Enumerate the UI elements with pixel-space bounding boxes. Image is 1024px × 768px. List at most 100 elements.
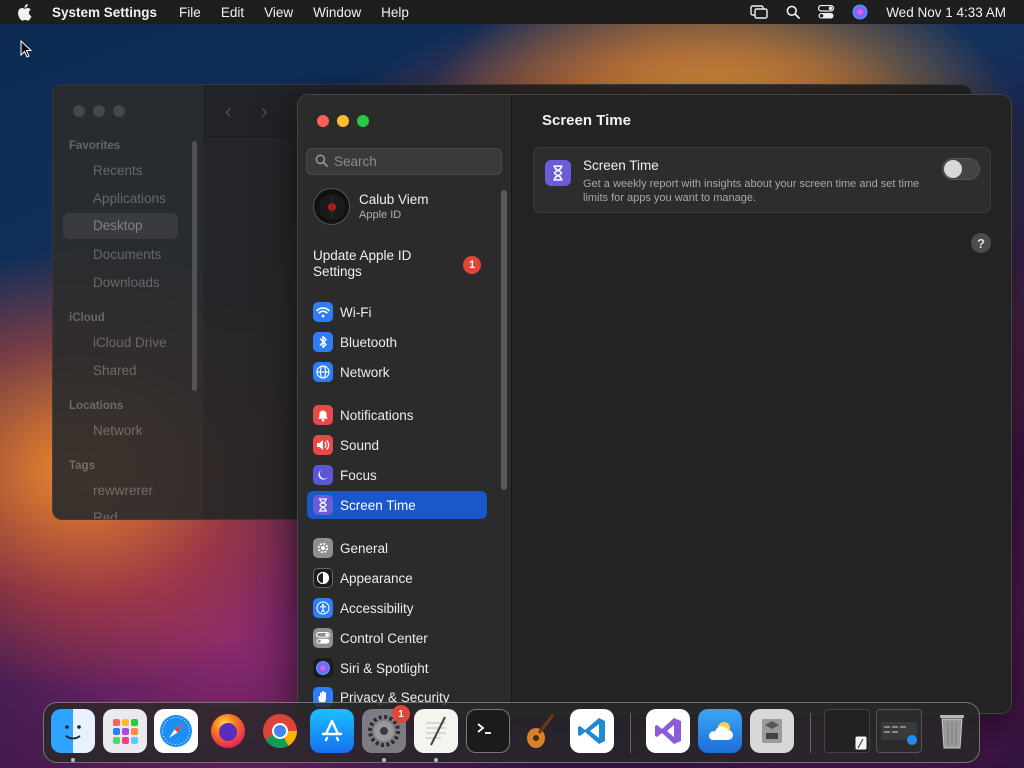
sidebar-item-focus[interactable]: Focus xyxy=(307,461,487,489)
settings-sidebar-scrollbar[interactable] xyxy=(501,190,507,490)
dock-garageband-icon[interactable] xyxy=(518,709,562,753)
globe-icon xyxy=(313,362,333,382)
toggle-knob xyxy=(944,160,962,178)
update-badge: 1 xyxy=(463,256,481,274)
help-button[interactable]: ? xyxy=(971,233,991,253)
finder-item-desktop[interactable]: Desktop xyxy=(63,213,178,239)
apple-id-profile[interactable]: Calub Viem Apple ID xyxy=(313,188,429,225)
search-icon xyxy=(315,154,328,170)
finder-item-documents[interactable]: Documents xyxy=(93,247,161,262)
finder-item-recents[interactable]: Recents xyxy=(93,163,143,178)
sidebar-item-sound[interactable]: Sound xyxy=(307,431,487,459)
finder-traffic-lights xyxy=(73,105,125,117)
sidebar-item-appearance[interactable]: Appearance xyxy=(307,564,487,592)
menu-edit[interactable]: Edit xyxy=(221,5,244,20)
menu-window[interactable]: Window xyxy=(313,5,361,20)
gear-icon xyxy=(313,538,333,558)
finder-zoom-button[interactable] xyxy=(113,105,125,117)
dock-safari-icon[interactable] xyxy=(154,709,198,753)
finder-tags-header: Tags xyxy=(69,460,95,472)
dock-app-store-icon[interactable] xyxy=(310,709,354,753)
bluetooth-icon xyxy=(313,332,333,352)
menu-file[interactable]: File xyxy=(179,5,201,20)
settings-minimize-button[interactable] xyxy=(337,115,349,127)
screen-time-toggle[interactable] xyxy=(942,158,980,180)
sidebar-item-label: Screen Time xyxy=(340,497,416,513)
avatar xyxy=(313,188,350,225)
sidebar-item-bluetooth[interactable]: Bluetooth xyxy=(307,328,487,356)
finder-back-icon[interactable]: ‹ xyxy=(225,101,232,124)
settings-zoom-button[interactable] xyxy=(357,115,369,127)
finder-item-network[interactable]: Network xyxy=(93,423,143,438)
sidebar-item-notifications[interactable]: Notifications xyxy=(307,401,487,429)
sidebar-item-screen-time[interactable]: Screen Time xyxy=(307,491,487,519)
sidebar-item-control-center[interactable]: Control Center xyxy=(307,624,487,652)
finder-minimize-button[interactable] xyxy=(93,105,105,117)
spotlight-search-icon[interactable] xyxy=(786,5,801,19)
apple-logo-icon[interactable] xyxy=(16,3,34,21)
sidebar-item-label: Notifications xyxy=(340,407,414,423)
dock-chrome-icon[interactable] xyxy=(258,709,302,753)
dock-running-indicator xyxy=(434,758,438,762)
finder-item-applications[interactable]: Applications xyxy=(93,191,166,206)
finder-item-icloud-drive[interactable]: iCloud Drive xyxy=(93,335,167,350)
sidebar-item-label: Bluetooth xyxy=(340,334,398,350)
settings-search-field[interactable] xyxy=(306,148,502,175)
hourglass-icon xyxy=(313,495,333,515)
finder-sidebar-scrollbar[interactable] xyxy=(192,141,197,391)
screen-mirroring-icon[interactable] xyxy=(750,5,768,19)
finder-icloud-header: iCloud xyxy=(69,312,105,324)
sidebar-item-label: Network xyxy=(340,364,390,380)
settings-search-input[interactable] xyxy=(334,154,494,169)
finder-close-button[interactable] xyxy=(73,105,85,117)
page-title: Screen Time xyxy=(542,112,631,129)
control-center-icon[interactable] xyxy=(818,5,835,19)
siri-icon xyxy=(313,658,333,678)
wifi-icon xyxy=(313,302,333,322)
dock-textedit-icon[interactable] xyxy=(414,709,458,753)
finder-tag-red[interactable]: Red xyxy=(93,510,118,519)
dock-window-thumbnail-1[interactable] xyxy=(824,709,870,753)
dock-terminal-icon[interactable] xyxy=(466,709,510,753)
menu-view[interactable]: View xyxy=(264,5,293,20)
dock-vscode-icon[interactable] xyxy=(570,709,614,753)
accessibility-icon xyxy=(313,598,333,618)
settings-sidebar: Calub Viem Apple ID Update Apple ID Sett… xyxy=(298,95,512,713)
finder-tag-rewwrerer[interactable]: rewwrerer xyxy=(93,483,153,498)
dock-finder-icon[interactable] xyxy=(51,709,95,753)
menu-clock[interactable]: Wed Nov 1 4:33 AM xyxy=(886,5,1006,20)
sidebar-item-siri-spotlight[interactable]: Siri & Spotlight xyxy=(307,654,487,682)
siri-icon[interactable] xyxy=(852,4,868,20)
finder-forward-icon[interactable]: › xyxy=(261,101,268,124)
appearance-icon xyxy=(313,568,333,588)
dock-system-settings-icon[interactable]: 1 xyxy=(362,705,410,753)
menu-app-name[interactable]: System Settings xyxy=(52,5,157,20)
dock-separator xyxy=(810,713,811,753)
sidebar-item-general[interactable]: General xyxy=(307,534,487,562)
finder-item-shared[interactable]: Shared xyxy=(93,363,137,378)
dock-trash-icon[interactable] xyxy=(930,709,974,753)
dock-weather-icon[interactable] xyxy=(698,709,742,753)
sidebar-item-wifi[interactable]: Wi-Fi xyxy=(307,298,487,326)
sidebar-item-label: Focus xyxy=(340,467,377,483)
profile-name: Calub Viem xyxy=(359,192,429,207)
update-apple-id-item[interactable]: Update Apple ID Settings 1 xyxy=(313,248,503,280)
dock-window-thumbnail-2[interactable] xyxy=(876,709,922,753)
dock-running-indicator xyxy=(382,758,386,762)
finder-locations-header: Locations xyxy=(69,400,124,412)
settings-close-button[interactable] xyxy=(317,115,329,127)
dock-visual-studio-icon[interactable] xyxy=(646,709,690,753)
settings-content-pane: Screen Time Screen Time Get a weekly rep… xyxy=(513,95,1011,713)
dock-launchpad-icon[interactable] xyxy=(103,709,147,753)
finder-item-downloads[interactable]: Downloads xyxy=(93,275,160,290)
update-apple-id-label: Update Apple ID Settings xyxy=(313,248,412,279)
sidebar-item-accessibility[interactable]: Accessibility xyxy=(307,594,487,622)
sidebar-item-label: General xyxy=(340,540,389,556)
speaker-icon xyxy=(313,435,333,455)
menu-help[interactable]: Help xyxy=(381,5,409,20)
dock-firefox-icon[interactable] xyxy=(206,709,250,753)
dock-bootcamp-icon[interactable] xyxy=(750,709,794,753)
mouse-cursor-icon xyxy=(20,39,33,61)
sidebar-item-label: Accessibility xyxy=(340,600,414,616)
sidebar-item-network[interactable]: Network xyxy=(307,358,487,386)
